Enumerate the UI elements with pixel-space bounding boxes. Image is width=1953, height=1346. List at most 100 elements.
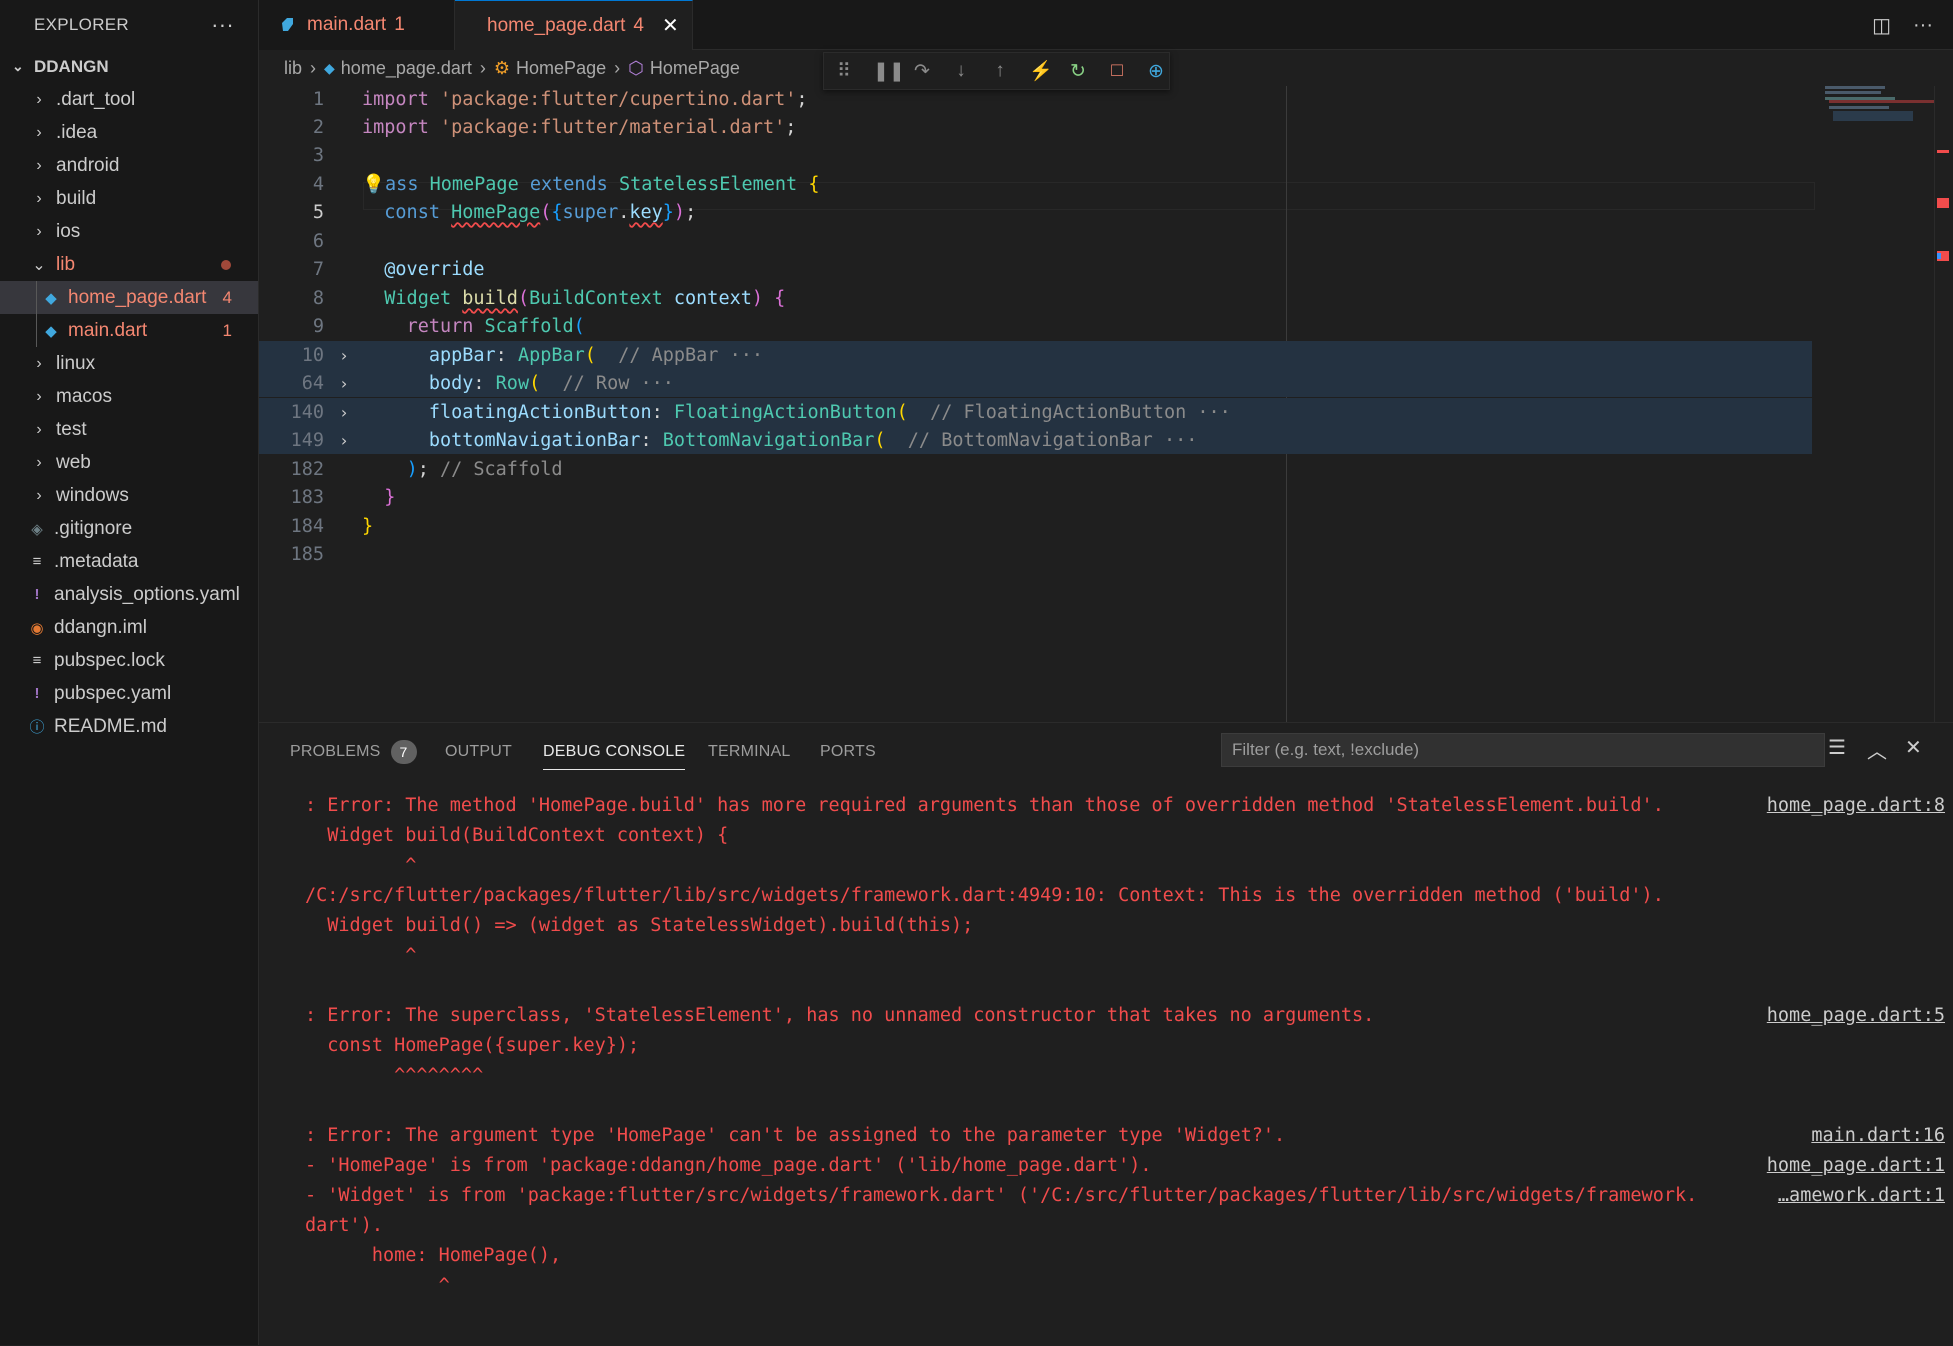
tree-item-build[interactable]: › build xyxy=(0,182,258,215)
breadcrumb-item[interactable]: HomePage xyxy=(650,58,740,79)
restart-icon[interactable]: ↻ xyxy=(1068,60,1088,83)
chevron-right-icon: › xyxy=(36,189,42,207)
tree-item-ddangn-iml[interactable]: ◉ ddangn.iml xyxy=(0,611,258,644)
clear-console-icon[interactable]: ☰ xyxy=(1828,735,1846,760)
console-filter-input[interactable] xyxy=(1221,733,1825,767)
breadcrumb-item[interactable]: lib xyxy=(284,58,302,79)
chevron-right-icon: › xyxy=(36,420,42,438)
console-source-link[interactable]: home_page.dart:8 xyxy=(1767,790,1945,820)
tab-output[interactable]: OUTPUT xyxy=(445,735,512,769)
explorer-title: EXPLORER xyxy=(34,15,129,34)
hot-reload-icon[interactable]: ⚡ xyxy=(1029,59,1053,83)
pause-icon[interactable]: ❚❚ xyxy=(873,60,905,83)
tree-item-lib[interactable]: ⌄ lib xyxy=(0,248,258,281)
tree-item-main-dart[interactable]: ◆ main.dart 1 xyxy=(0,314,258,347)
tree-item-label: main.dart xyxy=(68,319,148,341)
step-into-icon[interactable]: ↓ xyxy=(951,60,971,82)
bottom-panel: PROBLEMS 7 OUTPUT DEBUG CONSOLE TERMINAL… xyxy=(259,722,1953,1346)
chevron-right-icon: › xyxy=(36,486,42,504)
tree-item-label: build xyxy=(56,187,97,209)
tree-item-windows[interactable]: › windows xyxy=(0,479,258,512)
explorer-sidebar: EXPLORER ··· ⌄ DDANGN › .dart_tool › .id… xyxy=(0,0,259,1345)
tree-item-readme[interactable]: ⓘ README.md xyxy=(0,710,258,743)
fold-chevron-icon[interactable]: › xyxy=(334,431,354,450)
fold-chevron-icon[interactable]: › xyxy=(334,374,354,393)
console-source-link[interactable]: …amework.dart:1 xyxy=(1778,1180,1945,1210)
tab-problems[interactable]: PROBLEMS 7 xyxy=(290,735,417,769)
tree-item-gitignore[interactable]: ◈ .gitignore xyxy=(0,512,258,545)
chevron-right-icon: › xyxy=(36,387,42,405)
stop-icon[interactable]: □ xyxy=(1107,60,1127,82)
drag-handle-icon[interactable]: ⠿ xyxy=(834,60,854,83)
tree-item-pubspec-yaml[interactable]: ! pubspec.yaml xyxy=(0,677,258,710)
tree-item-metadata[interactable]: ≡ .metadata xyxy=(0,545,258,578)
fold-chevron-icon[interactable]: › xyxy=(334,346,354,365)
tree-item-pubspec-lock[interactable]: ≡ pubspec.lock xyxy=(0,644,258,677)
info-icon: ⓘ xyxy=(29,719,45,736)
line-number: 183 xyxy=(290,486,324,508)
console-line: Widget build() => (widget as StatelessWi… xyxy=(305,914,974,936)
breadcrumb-item[interactable]: home_page.dart xyxy=(341,58,472,79)
step-over-icon[interactable]: ↷ xyxy=(912,60,932,83)
console-source-link[interactable]: home_page.dart:5 xyxy=(1767,1000,1945,1030)
tree-item-analysis-options[interactable]: ! analysis_options.yaml xyxy=(0,578,258,611)
line-number: 182 xyxy=(290,458,324,480)
console-source-link[interactable]: main.dart:16 xyxy=(1811,1120,1945,1150)
console-line: ^^^^^^^^ xyxy=(305,1064,484,1086)
tab-terminal[interactable]: TERMINAL xyxy=(708,735,791,769)
tree-item-label: .metadata xyxy=(54,550,139,572)
tree-item-label: linux xyxy=(56,352,96,374)
close-icon[interactable]: ✕ xyxy=(662,13,679,38)
lightbulb-icon[interactable]: 💡 xyxy=(362,174,385,195)
tree-item-macos[interactable]: › macos xyxy=(0,380,258,413)
code-line: 149 › bottomNavigationBar: BottomNavigati… xyxy=(259,426,1812,454)
tab-ports[interactable]: PORTS xyxy=(820,735,876,769)
breadcrumb-item[interactable]: HomePage xyxy=(516,58,606,79)
tree-item-label: .idea xyxy=(56,121,98,143)
workspace-root[interactable]: ⌄ DDANGN xyxy=(0,50,258,83)
code-line: 2 import 'package:flutter/material.dart'… xyxy=(259,113,1812,141)
console-source-link[interactable]: home_page.dart:1 xyxy=(1767,1150,1945,1180)
code-line: 64 › body: Row( // Row ··· xyxy=(259,369,1812,397)
maximize-panel-icon[interactable]: ︿ xyxy=(1867,735,1887,764)
tree-item-dart-tool[interactable]: › .dart_tool xyxy=(0,83,258,116)
minimap[interactable] xyxy=(1819,86,1949,722)
tree-item-label: README.md xyxy=(54,715,167,737)
tree-item-test[interactable]: › test xyxy=(0,413,258,446)
more-actions-icon[interactable]: ··· xyxy=(211,12,234,38)
line-number: 7 xyxy=(312,258,324,280)
git-icon: ◈ xyxy=(31,520,43,538)
lines-file-icon: ≡ xyxy=(32,553,42,570)
tree-item-ios[interactable]: › ios xyxy=(0,215,258,248)
tree-item-label: web xyxy=(56,451,91,473)
tab-debug-console[interactable]: DEBUG CONSOLE xyxy=(543,735,686,770)
more-actions-icon[interactable]: ··· xyxy=(1913,14,1933,37)
tree-item-label: home_page.dart xyxy=(68,286,207,308)
tree-item-home-page-dart[interactable]: ◆ home_page.dart 4 xyxy=(0,281,258,314)
tree-item-android[interactable]: › android xyxy=(0,149,258,182)
code-line: 184 } xyxy=(259,512,1812,540)
close-panel-icon[interactable]: ✕ xyxy=(1905,735,1922,760)
inspect-widget-icon[interactable]: ⊕ xyxy=(1146,60,1166,83)
tree-item-idea[interactable]: › .idea xyxy=(0,116,258,149)
explorer-header: EXPLORER ··· xyxy=(0,0,258,50)
step-out-icon[interactable]: ↑ xyxy=(990,60,1010,82)
split-editor-icon[interactable]: ◫ xyxy=(1872,13,1891,38)
tab-label: PORTS xyxy=(820,743,876,760)
tree-item-linux[interactable]: › linux xyxy=(0,347,258,380)
tree-item-web[interactable]: › web xyxy=(0,446,258,479)
code-editor[interactable]: 1 import 'package:flutter/cupertino.dart… xyxy=(259,86,1953,722)
tab-main-dart[interactable]: main.dart 1 xyxy=(259,0,455,50)
dart-file-icon: ◆ xyxy=(324,59,335,76)
chevron-right-icon: › xyxy=(36,453,42,471)
tab-label: home_page.dart xyxy=(487,14,626,36)
tree-item-label: lib xyxy=(56,253,76,275)
tree-item-label: android xyxy=(56,154,120,176)
indent-guide xyxy=(36,281,37,314)
console-line: : Error: The method 'HomePage.build' has… xyxy=(305,794,1664,816)
editor-scrollbar[interactable] xyxy=(1934,86,1949,722)
code-line: 182 ); // Scaffold xyxy=(259,455,1812,483)
console-line: : Error: The superclass, 'StatelessEleme… xyxy=(305,1004,1375,1026)
tab-home-page-dart[interactable]: home_page.dart 4 ✕ xyxy=(455,0,693,50)
fold-chevron-icon[interactable]: › xyxy=(334,403,354,422)
